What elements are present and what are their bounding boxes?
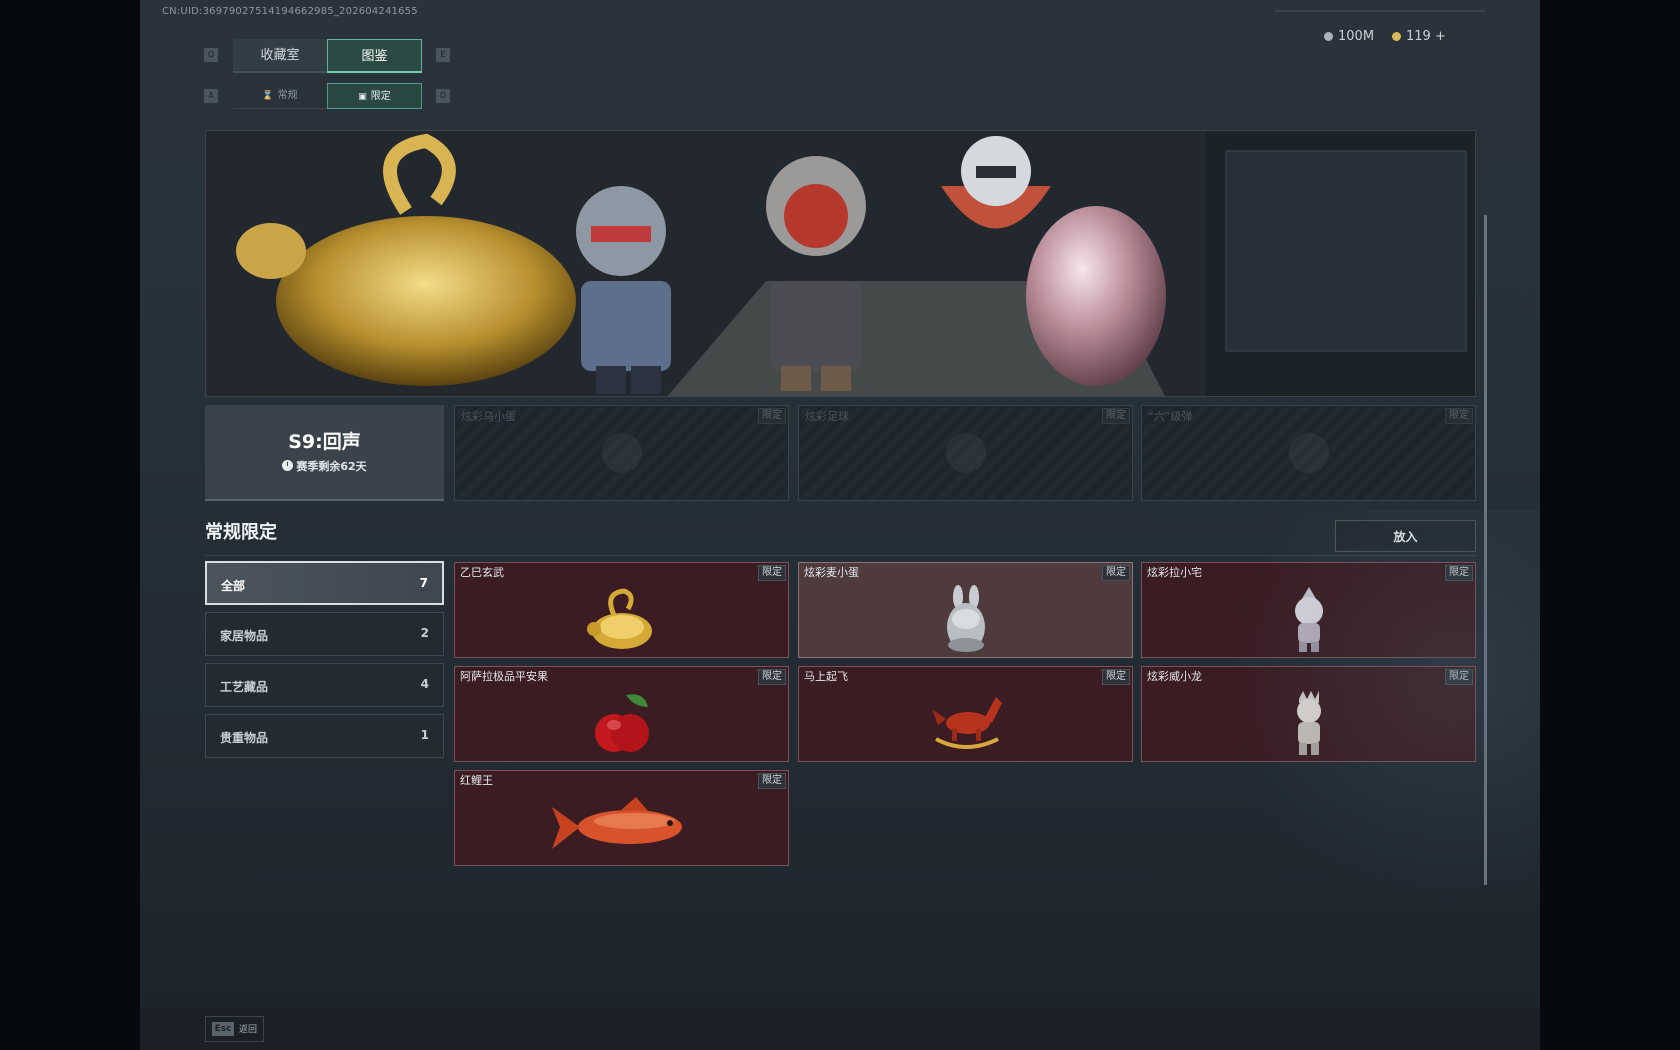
limited-tag: 限定 [758,773,786,789]
category-count: 4 [420,677,429,691]
locked-slot[interactable]: 炫彩乌小蛋 限定 [454,405,789,501]
limited-tag: 限定 [758,565,786,581]
season-title: S9:回声 [288,431,361,453]
limited-tag: 限定 [1445,408,1473,424]
locked-slot-name: “六”级弹 [1148,410,1193,423]
category-label: 家居物品 [220,629,269,643]
put-in-button[interactable]: 放入 [1335,520,1476,552]
back-label: 返回 [239,1025,258,1035]
next-tab-key-hint: E [436,48,450,62]
section-title: 常规限定 [205,522,277,543]
prev-tab-key-hint: Q [204,48,218,62]
top-divider [1275,10,1485,12]
uid-label: CN:UID:36979027514194662985_202604241655 [162,6,418,17]
limited-tag: 限定 [1445,669,1473,685]
gold-coin-icon [1392,32,1401,41]
category-count: 1 [420,728,429,742]
category-label: 工艺藏品 [220,680,269,694]
season-card: S9:回声 赛季剩余62天 [205,405,444,501]
item-name: 炫彩拉小宅 [1147,566,1202,579]
item-name: 阿萨拉极品平安果 [460,670,548,683]
football-silhouette-icon [945,433,986,473]
collection-item[interactable]: 阿萨拉极品平安果 限定 [454,666,789,762]
collection-item[interactable]: 马上起飞 限定 [798,666,1133,762]
subtab-limited-label: 限定 [370,91,391,102]
category-label: 贵重物品 [220,731,269,745]
subtab-limited[interactable]: ▣ 限定 [327,83,422,109]
category-all[interactable]: 全部 7 [205,561,444,605]
hourglass-icon: ⌛ [262,91,274,101]
collection-item[interactable]: 炫彩拉小宅 限定 [1141,562,1476,658]
locked-slot[interactable]: 炫彩足球 限定 [798,405,1133,501]
item-name: 炫彩威小龙 [1147,670,1202,683]
chibi-figure-icon [1294,587,1323,652]
scrollbar[interactable] [1484,215,1487,885]
collection-item[interactable]: 炫彩威小龙 限定 [1141,666,1476,762]
item-name: 乙巳玄武 [460,566,504,579]
season-remaining: 赛季剩余62天 [205,458,444,474]
back-button[interactable]: Esc 返回 [205,1016,264,1042]
subtab-regular[interactable]: ⌛ 常规 [233,83,327,109]
category-crafts[interactable]: 工艺藏品 4 [205,663,444,707]
category-valuables[interactable]: 贵重物品 1 [205,714,444,758]
collection-item[interactable]: 乙巳玄武 限定 [454,562,789,658]
limited-tag: 限定 [758,669,786,685]
limited-tag: 限定 [1102,565,1130,581]
limited-tag: 限定 [1102,669,1130,685]
calendar-icon: ▣ [358,92,367,102]
silver-currency: 100M [1324,29,1374,44]
koi-fish-icon [551,797,682,849]
locked-slot-name: 炫彩乌小蛋 [461,410,516,423]
tab-catalog[interactable]: 图鉴 [327,39,422,73]
apple-icon [594,694,649,752]
category-count: 7 [419,576,428,590]
gold-amount: 119 + [1406,29,1446,44]
item-name: 马上起飞 [804,670,848,683]
section-divider [205,555,1476,556]
soldier-figure-art [576,186,671,394]
game-frame: CN:UID:36979027514194662985_202604241655… [140,0,1540,1050]
banner-artwork [206,131,1475,396]
season-remaining-label: 赛季剩余62天 [296,460,367,473]
limited-tag: 限定 [758,408,786,424]
locked-slot[interactable]: “六”级弹 限定 [1141,405,1476,501]
silhouette-icon [601,433,642,473]
prev-subtab-key-hint: A [204,89,218,103]
tab-collection-room[interactable]: 收藏室 [233,39,327,73]
item-name: 红鲤王 [460,774,493,787]
next-subtab-key-hint: D [436,89,450,103]
golden-turtle-icon [586,588,652,649]
limited-tag: 限定 [1445,565,1473,581]
category-count: 2 [420,626,429,640]
rocking-horse-icon [931,697,1002,749]
silver-amount: 100M [1338,29,1375,44]
subtab-regular-label: 常规 [277,90,298,101]
season-banner [205,130,1476,397]
category-label: 全部 [221,579,246,593]
silver-coin-icon [1324,32,1333,41]
rabbit-egg-icon [946,585,985,652]
bottom-bar [140,1008,1540,1050]
locked-slot-name: 炫彩足球 [805,410,849,423]
pink-egg-art [1026,206,1166,386]
collection-item[interactable]: 红鲤王 限定 [454,770,789,866]
clock-icon [282,460,294,471]
item-name: 炫彩麦小蛋 [804,566,859,579]
esc-key-icon: Esc [212,1022,234,1036]
collection-item[interactable]: 炫彩麦小蛋 限定 [798,562,1133,658]
limited-tag: 限定 [1102,408,1130,424]
grenade-silhouette-icon [1288,433,1329,473]
dragon-figure-icon [1296,691,1321,755]
gold-currency[interactable]: 119 + [1392,29,1446,44]
golden-turtle-art [276,216,576,386]
category-household[interactable]: 家居物品 2 [205,612,444,656]
